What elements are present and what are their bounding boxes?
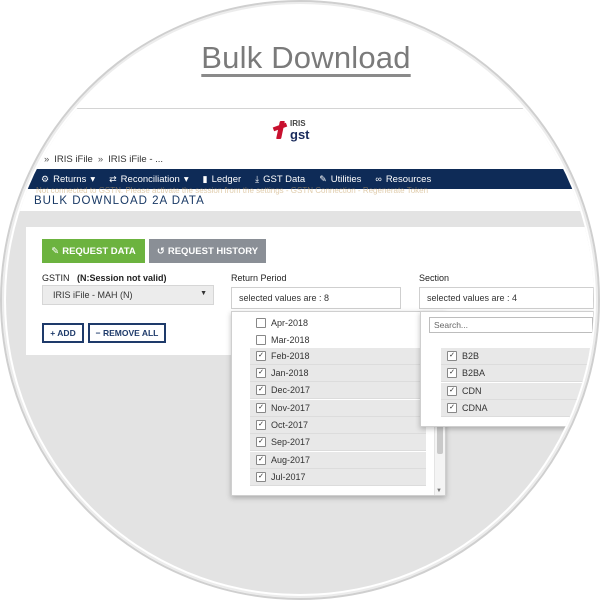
nav-gst-data[interactable]: ⤓ GST Data: [255, 174, 305, 185]
nav-reconciliation[interactable]: ⇄ Reconciliation ▾: [109, 174, 188, 185]
option-return-period[interactable]: Mar-2018: [250, 331, 426, 348]
top-header: IRIS gst: [6, 108, 594, 150]
wrench-icon: ✎: [319, 173, 327, 184]
option-return-period[interactable]: ✓ Jul-2017: [250, 469, 426, 486]
checkbox-checked[interactable]: ✓: [256, 403, 266, 413]
checkbox[interactable]: [256, 334, 266, 345]
option-return-period[interactable]: ✓ Feb-2018: [250, 348, 426, 365]
breadcrumb-item-2[interactable]: IRIS iFile - ...: [108, 154, 163, 165]
section-multiselect[interactable]: selected values are : 4: [419, 287, 594, 309]
session-warning: Not connected to GSTN. Please activate t…: [36, 186, 429, 195]
caret-down-icon: ▾: [183, 173, 189, 185]
option-return-period[interactable]: ✓ Aug-2017: [250, 452, 426, 469]
return-period-multiselect[interactable]: selected values are : 8: [231, 287, 401, 309]
checkbox-checked[interactable]: ✓: [447, 351, 457, 361]
remove-all-button[interactable]: − REMOVE ALL: [88, 323, 166, 343]
chevron-right-icon: »: [44, 153, 50, 165]
checkbox-checked[interactable]: ✓: [256, 437, 266, 447]
gstin-select[interactable]: IRIS iFile - MAH (N) ▼: [42, 285, 214, 305]
download-icon: ⤓: [255, 173, 260, 184]
option-return-period[interactable]: ✓ Jan-2018: [250, 365, 426, 382]
chevron-right-icon: »: [97, 153, 104, 165]
iris-gst-logo[interactable]: IRIS gst: [272, 117, 310, 143]
nav-resources[interactable]: ∞ Resources: [375, 174, 431, 185]
gear-icon: ⚙: [41, 173, 50, 184]
logo-mark-icon: [272, 119, 288, 141]
logo-text-gst: gst: [290, 126, 310, 142]
book-icon: ▮: [202, 173, 208, 184]
option-return-period[interactable]: ✓ Sep-2017: [250, 434, 426, 451]
checkbox-checked[interactable]: ✓: [256, 472, 266, 482]
option-return-period[interactable]: Apr-2018: [250, 314, 426, 331]
return-period-label: Return Period: [231, 273, 287, 283]
checkbox-checked[interactable]: ✓: [256, 368, 266, 378]
option-section[interactable]: ✓ B2B: [441, 348, 593, 365]
tab-request-history[interactable]: ↺ REQUEST HISTORY: [149, 239, 266, 263]
page-header: Not connected to GSTN. Please activate t…: [6, 186, 594, 211]
edit-icon: ✎: [51, 245, 60, 257]
option-return-period[interactable]: ✓ Nov-2017: [250, 400, 426, 417]
tab-request-data[interactable]: ✎ REQUEST DATA: [42, 239, 145, 263]
checkbox-checked[interactable]: ✓: [256, 385, 266, 395]
page-title: BULK DOWNLOAD 2A DATA: [34, 195, 205, 207]
history-icon: ↺: [156, 245, 165, 257]
breadcrumb: » IRIS iFile » IRIS iFile - ...: [6, 149, 594, 169]
caret-down-icon: ▾: [90, 173, 96, 185]
link-icon: ∞: [375, 174, 382, 184]
page-caption: Bulk Download: [201, 40, 411, 75]
app-window: IRIS gst » IRIS iFile » IRIS iFile - ...…: [6, 108, 594, 594]
swap-icon: ⇄: [109, 173, 117, 184]
checkbox-checked[interactable]: ✓: [256, 351, 266, 361]
nav-ledger[interactable]: ▮ Ledger: [203, 174, 242, 185]
nav-returns[interactable]: ⚙ Returns ▾: [41, 174, 95, 185]
option-return-period[interactable]: ✓ Oct-2017: [250, 417, 426, 434]
return-period-dropdown: Apr-2018 Mar-2018 ✓ Feb-2018 ✓ Jan-2018 ✓ D…: [231, 311, 446, 496]
checkbox-checked[interactable]: ✓: [256, 420, 266, 430]
gstin-status: (N:Session not valid): [77, 273, 167, 283]
breadcrumb-item-1[interactable]: IRIS iFile: [54, 154, 93, 165]
option-section[interactable]: ✓ B2BA: [441, 365, 593, 382]
checkbox-checked[interactable]: ✓: [256, 455, 266, 465]
section-label: Section: [419, 273, 450, 283]
nav-utilities[interactable]: ✎ Utilities: [319, 174, 361, 185]
checkbox-checked[interactable]: ✓: [447, 368, 457, 378]
checkbox-checked[interactable]: ✓: [447, 403, 457, 413]
checkbox-checked[interactable]: ✓: [447, 386, 457, 396]
checkbox[interactable]: [256, 317, 266, 328]
magnifier-lens: Bulk Download IRIS gst » IRIS iFile » IR…: [6, 6, 594, 594]
gstin-label: GSTIN (N:Session not valid): [42, 273, 167, 283]
option-section[interactable]: ✓ CDNA: [441, 400, 593, 417]
caret-down-icon: ▼: [200, 290, 207, 297]
option-section[interactable]: ✓ CDN: [441, 383, 593, 400]
section-dropdown: Search... ✓ B2B ✓ B2BA ✓ CDN ✓ CDNA: [420, 311, 594, 427]
add-button[interactable]: + ADD: [42, 323, 84, 343]
option-return-period[interactable]: ✓ Dec-2017: [250, 382, 426, 399]
section-search-input[interactable]: Search...: [429, 317, 593, 333]
scroll-down-icon[interactable]: ▼: [436, 488, 442, 494]
